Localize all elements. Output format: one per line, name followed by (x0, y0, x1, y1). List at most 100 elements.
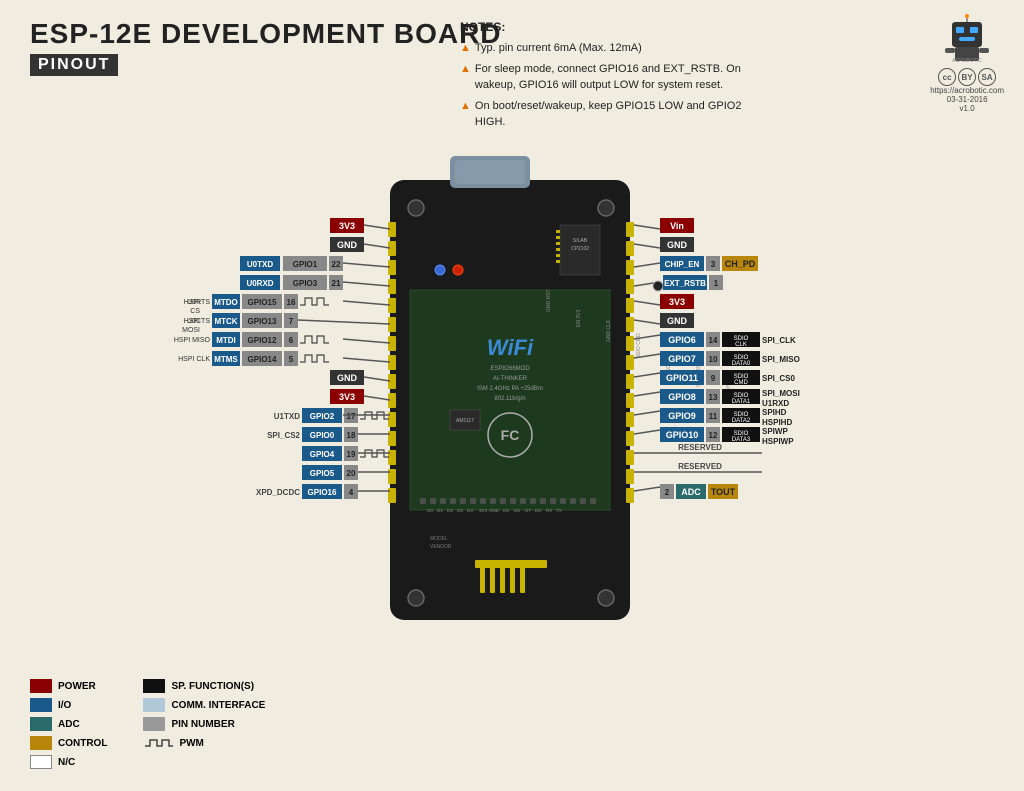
svg-text:GND CLK: GND CLK (606, 319, 612, 342)
svg-text:21: 21 (332, 279, 341, 288)
svg-text:GPIO13: GPIO13 (248, 317, 277, 326)
warning-icon-2: ▲ (460, 61, 471, 78)
svg-text:SPIWP: SPIWP (762, 427, 788, 436)
svg-text:CHIP_EN: CHIP_EN (665, 260, 700, 269)
svg-text:GND: GND (337, 373, 358, 383)
svg-text:GPIO4: GPIO4 (310, 450, 335, 459)
logo-area: ACROBOTIC cc BY SA https://acrobotic.com… (930, 14, 1004, 113)
svg-text:GND RST: GND RST (546, 290, 552, 313)
svg-text:SPI_CS2: SPI_CS2 (267, 431, 300, 440)
svg-text:GPIO8: GPIO8 (668, 392, 696, 402)
svg-text:GPIO3: GPIO3 (293, 279, 318, 288)
svg-text:MTMS: MTMS (214, 355, 238, 364)
svg-text:U0TXD: U0TXD (247, 260, 273, 269)
sa-icon: SA (978, 68, 996, 86)
legend-col-1: POWER I/O ADC CONTROL N/C (30, 679, 107, 769)
svg-text:AM1117: AM1117 (456, 418, 474, 424)
note-text-1: Typ. pin current 6mA (Max. 12mA) (475, 40, 642, 57)
svg-text:EXT_RSTB: EXT_RSTB (664, 279, 706, 288)
svg-text:22: 22 (332, 260, 341, 269)
cc-license: cc BY SA (930, 68, 1004, 86)
svg-text:DATA0: DATA0 (732, 361, 751, 367)
svg-text:3V3: 3V3 (339, 221, 355, 231)
legend-adc: ADC (30, 717, 107, 731)
warning-icon-3: ▲ (460, 98, 471, 115)
svg-text:HSPI CLK: HSPI CLK (178, 356, 210, 363)
svg-text:DATA3: DATA3 (732, 437, 751, 443)
legend-io: I/O (30, 698, 107, 712)
svg-text:10: 10 (709, 355, 718, 364)
svg-text:TOUT: TOUT (711, 487, 736, 497)
svg-text:3V3: 3V3 (669, 297, 685, 307)
power-color-swatch (30, 679, 52, 693)
svg-text:D6: D6 (514, 508, 520, 513)
svg-text:CMD: CMD (734, 380, 748, 386)
legend-pinnum-label: PIN NUMBER (171, 719, 234, 730)
svg-text:11: 11 (709, 412, 718, 421)
svg-text:19: 19 (347, 450, 356, 459)
svg-text:HSPI MISO: HSPI MISO (174, 337, 211, 344)
cc-icon: cc (938, 68, 956, 86)
svg-text:GND: GND (667, 240, 688, 250)
page-subtitle: PINOUT (30, 54, 118, 76)
svg-text:18: 18 (347, 431, 356, 440)
svg-text:3V3: 3V3 (339, 392, 355, 402)
svg-text:SPI_CS0: SPI_CS0 (762, 374, 795, 383)
notes-section: NOTES: ▲ Typ. pin current 6mA (Max. 12mA… (460, 18, 760, 135)
svg-text:FC: FC (501, 427, 520, 443)
svg-text:GND: GND (667, 316, 688, 326)
svg-text:SPI_MOSI: SPI_MOSI (762, 389, 800, 398)
svg-text:GPIO11: GPIO11 (666, 373, 698, 383)
svg-text:SPI_CLK: SPI_CLK (762, 336, 796, 345)
svg-text:MOSI: MOSI (182, 327, 200, 334)
svg-text:D4: D4 (467, 508, 473, 513)
svg-text:MTDI: MTDI (216, 336, 236, 345)
svg-text:WiFi: WiFi (487, 335, 534, 360)
svg-text:ACROBOTIC: ACROBOTIC (952, 58, 982, 64)
logo-url: https://acrobotic.com (930, 86, 1004, 95)
legend-spfunc: SP. FUNCTION(S) (143, 679, 265, 693)
pwm-symbol (143, 736, 173, 750)
svg-text:GND: GND (337, 240, 358, 250)
svg-text:GPIO9: GPIO9 (668, 411, 696, 421)
svg-text:CLK: CLK (735, 342, 747, 348)
acrobotic-logo: ACROBOTIC (937, 14, 997, 64)
svg-text:VENDOR: VENDOR (430, 544, 452, 550)
legend-control: CONTROL (30, 736, 107, 750)
svg-text:16: 16 (287, 298, 296, 307)
svg-text:GPIO12: GPIO12 (248, 336, 277, 345)
svg-text:U0RTS: U0RTS (187, 299, 210, 306)
header: ESP-12E DEVELOPMENT BOARD PINOUT (30, 18, 502, 76)
legend-control-label: CONTROL (58, 738, 107, 749)
svg-text:TX: TX (556, 508, 562, 513)
svg-text:ISM 2.4GHz PA +25dBm: ISM 2.4GHz PA +25dBm (477, 386, 543, 392)
svg-text:GPIO2: GPIO2 (310, 412, 335, 421)
legend-comm: COMM. INTERFACE (143, 698, 265, 712)
legend-power: POWER (30, 679, 107, 693)
spfunc-color-swatch (143, 679, 165, 693)
legend-adc-label: ADC (58, 719, 80, 730)
notes-title: NOTES: (460, 18, 760, 36)
svg-text:GPIO14: GPIO14 (248, 355, 277, 364)
svg-text:RESERVED: RESERVED (678, 443, 722, 452)
svg-text:17: 17 (347, 412, 356, 421)
svg-text:EN 3V3: EN 3V3 (576, 310, 582, 327)
svg-text:GPIO6: GPIO6 (668, 335, 696, 345)
legend-pwm: PWM (143, 736, 265, 750)
svg-text:XPD_DCDC: XPD_DCDC (256, 488, 300, 497)
svg-text:MODEL: MODEL (430, 536, 448, 542)
control-color-swatch (30, 736, 52, 750)
by-icon: BY (958, 68, 976, 86)
svg-text:CH_PD: CH_PD (725, 259, 756, 269)
svg-text:HSPIHD: HSPIHD (762, 418, 792, 427)
io-color-swatch (30, 698, 52, 712)
legend-nc: N/C (30, 755, 107, 769)
board-svg: SILAB CP2102 WiFi ESP8266MOD AI-THINKER … (0, 150, 1024, 710)
svg-text:U1RXD: U1RXD (762, 399, 789, 408)
comm-color-swatch (143, 698, 165, 712)
svg-text:12: 12 (709, 431, 718, 440)
svg-text:GND: GND (489, 508, 500, 513)
svg-text:3: 3 (711, 260, 716, 269)
legend-col-2: SP. FUNCTION(S) COMM. INTERFACE PIN NUMB… (143, 679, 265, 750)
svg-text:U1TXD: U1TXD (274, 412, 300, 421)
